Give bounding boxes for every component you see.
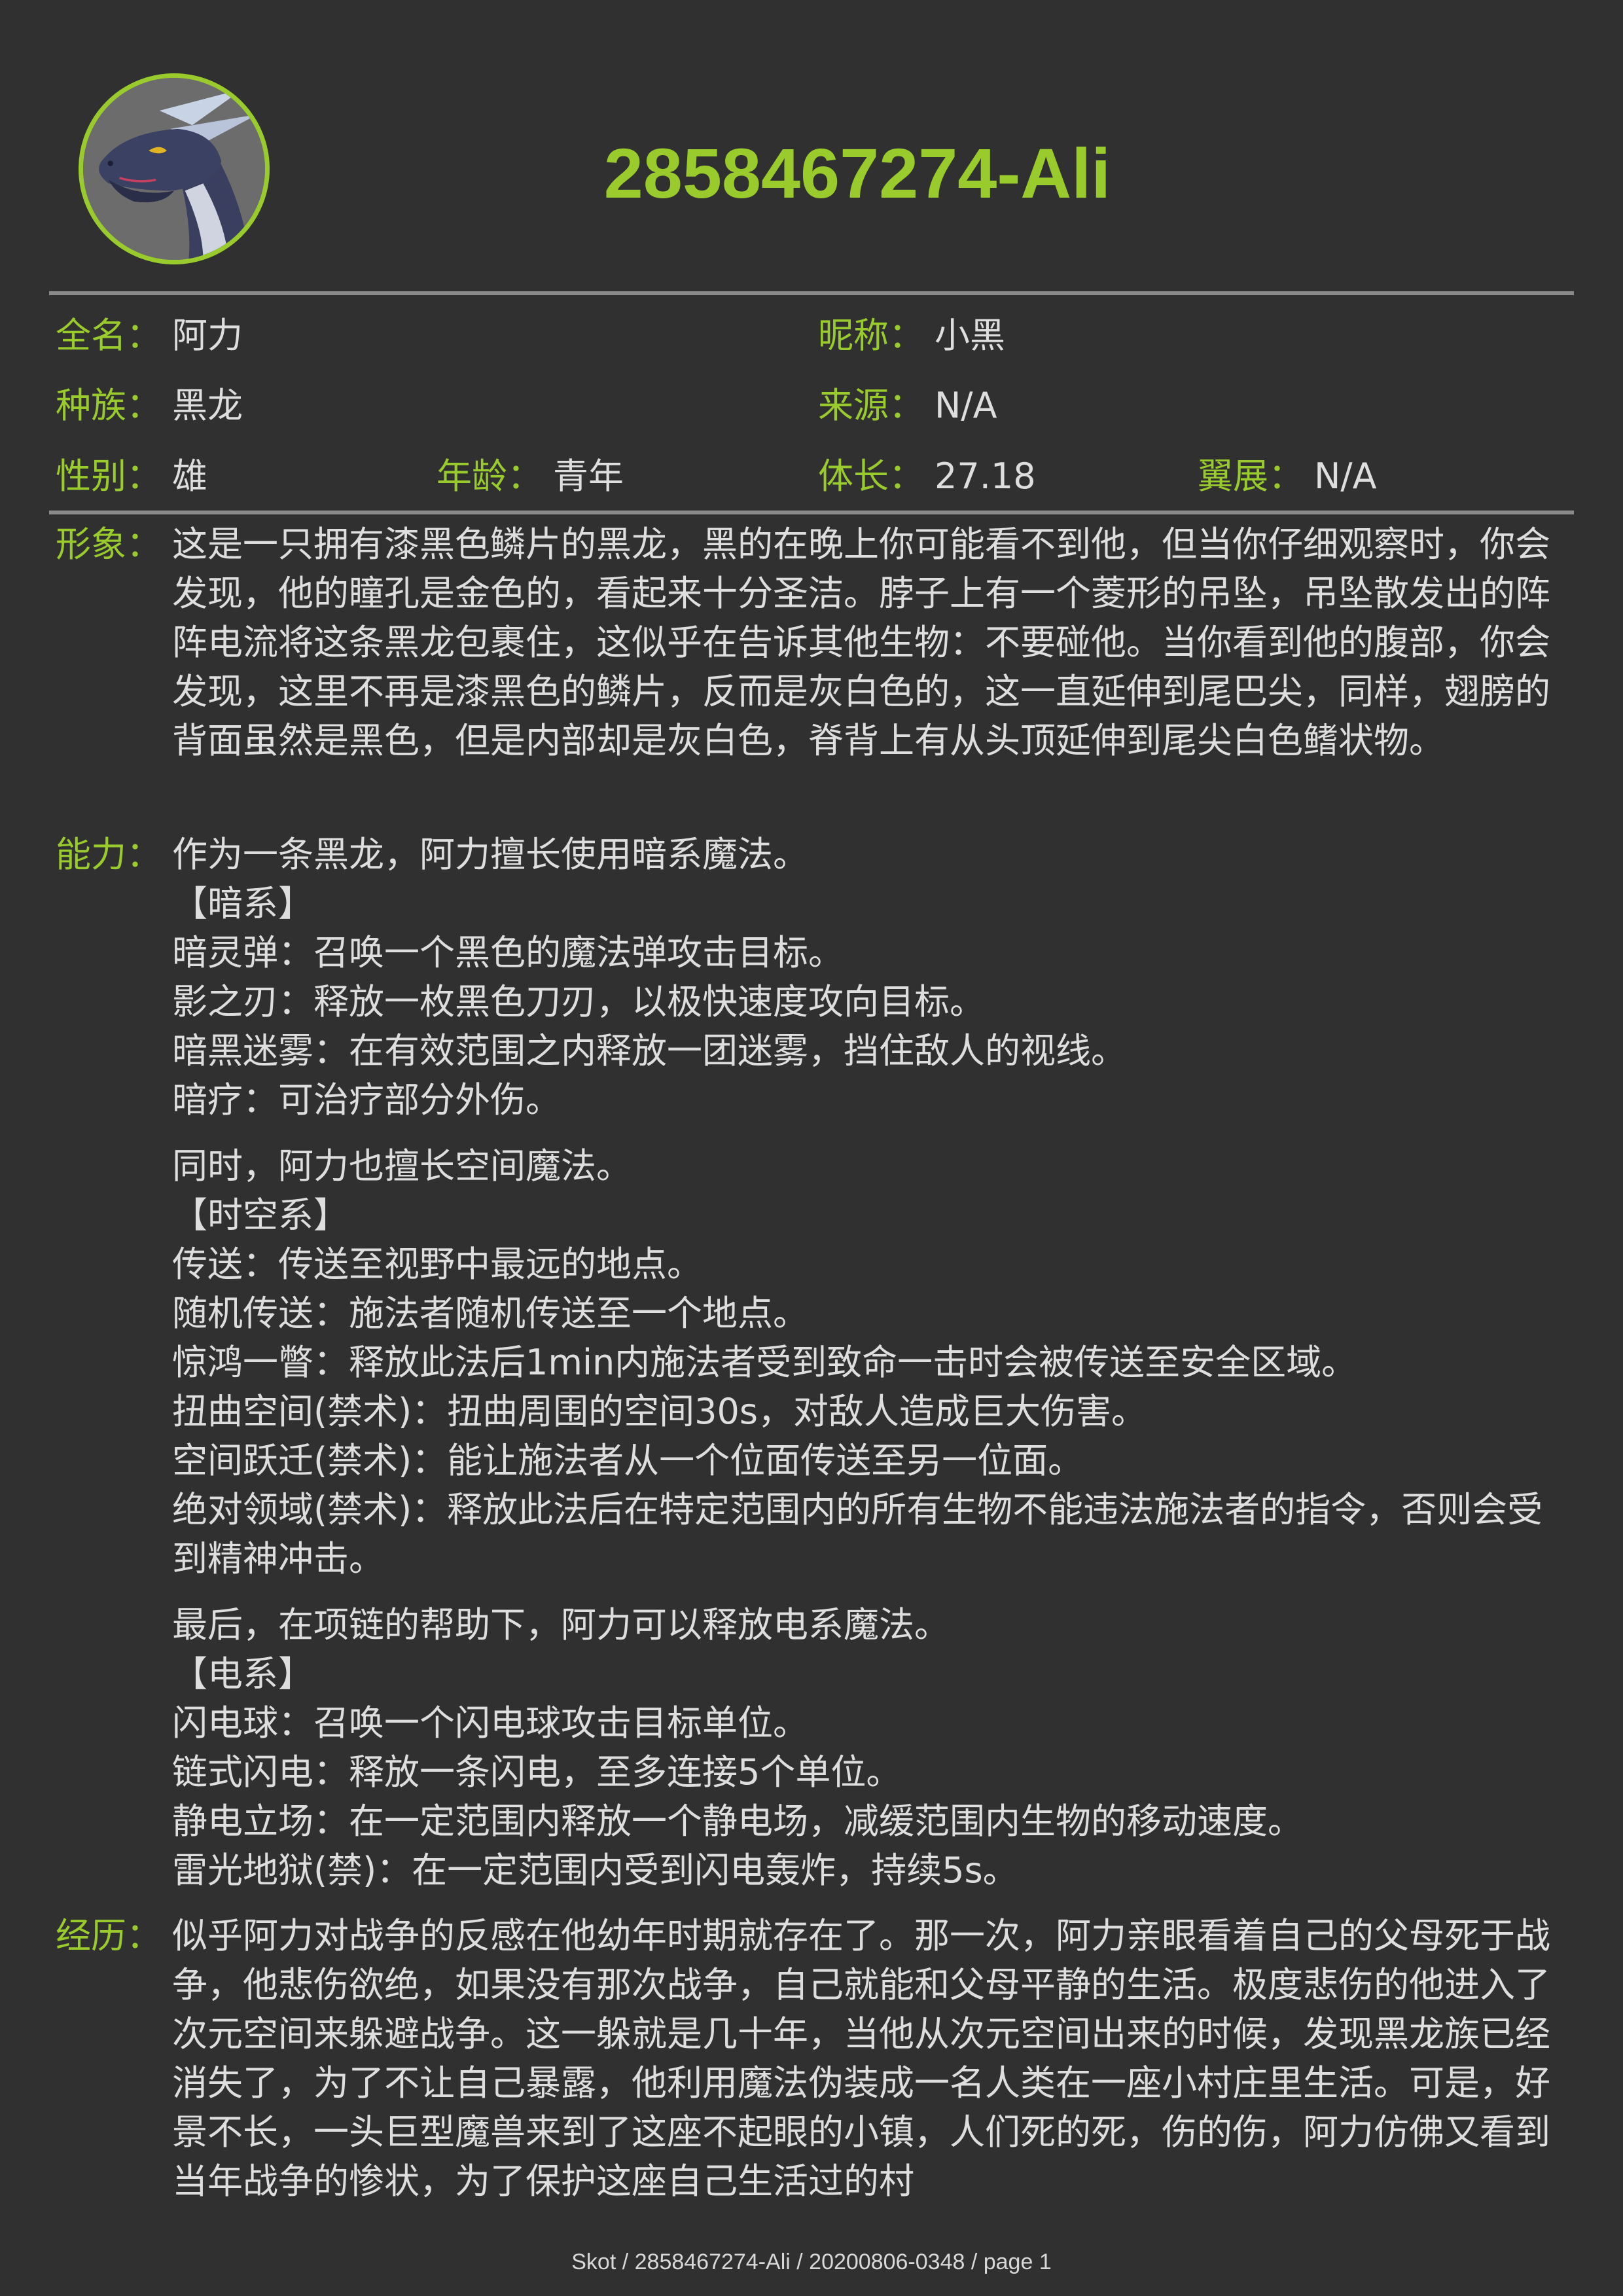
section-label: 能力： <box>56 834 162 875</box>
ability-category: 【暗系】 <box>172 883 313 924</box>
field-label: 体长： <box>818 456 924 497</box>
field-source: 来源： N/A <box>818 380 997 432</box>
appearance-text: 这是一只拥有漆黑色鳞片的黑龙，黑的在晚上你可能看不到他，但当你仔细观察时，你会发… <box>172 524 1550 761</box>
ability-item: 影之刃：释放一枚黑色刀刃，以极快速度攻向目标。 <box>172 981 985 1022</box>
field-label: 全名： <box>56 315 162 356</box>
ability-item: 扭曲空间(禁术)：扭曲周围的空间30s，对敌人造成巨大伤害。 <box>172 1391 1147 1432</box>
ability-item: 惊鸿一瞥：释放此法后1min内施法者受到致命一击时会被传送至安全区域。 <box>172 1342 1357 1383</box>
ability-category: 【电系】 <box>172 1653 313 1695</box>
history-section: 经历： 似乎阿力对战争的反感在他幼年时期就存在了。那一次，阿力亲眼看着自己的父母… <box>56 1911 1574 2206</box>
field-value: 黑龙 <box>172 385 243 426</box>
field-wingspan: 翼展： N/A <box>1198 450 1377 503</box>
ability-item: 随机传送：施法者随机传送至一个地点。 <box>172 1293 808 1334</box>
field-value: 青年 <box>553 456 624 497</box>
top-divider <box>49 291 1574 295</box>
section-label: 形象： <box>56 524 162 565</box>
appearance-section: 形象： 这是一只拥有漆黑色鳞片的黑龙，黑的在晚上你可能看不到他，但当你仔细观察时… <box>56 520 1574 765</box>
field-age: 年龄： 青年 <box>437 450 624 503</box>
ability-item: 静电立场：在一定范围内释放一个静电场，减缓范围内生物的移动速度。 <box>172 1801 1303 1842</box>
ability-item: 链式闪电：释放一条闪电，至多连接5个单位。 <box>172 1751 902 1793</box>
field-label: 昵称： <box>818 315 924 356</box>
field-label: 来源： <box>818 385 924 426</box>
field-fullname: 全名： 阿力 <box>56 310 243 362</box>
field-length: 体长： 27.18 <box>818 450 1036 503</box>
field-species: 种族： 黑龙 <box>56 380 243 432</box>
field-label: 性别： <box>56 456 162 497</box>
dragon-head-icon <box>83 78 265 260</box>
abilities-section: 能力： 作为一条黑龙，阿力擅长使用暗系魔法。 【暗系】 暗灵弹：召唤一个黑色的魔… <box>56 830 1574 1895</box>
section-label: 经历： <box>56 1915 162 1956</box>
character-sheet-page: 2858467274-Ali 全名： 阿力 昵称： 小黑 种族： 黑龙 来源： N/A … <box>0 0 1623 2296</box>
field-value: N/A <box>935 385 997 426</box>
ability-item: 传送：传送至视野中最远的地点。 <box>172 1244 702 1285</box>
field-value: 阿力 <box>172 315 243 356</box>
field-value: 雄 <box>172 456 207 497</box>
page-footer: Skot / 2858467274-Ali / 20200806-0348 / … <box>571 2250 1052 2274</box>
ability-item: 绝对领域(禁术)：释放此法后在特定范围内的所有生物不能违法施法者的指令，否则会受… <box>172 1489 1543 1579</box>
section-divider <box>49 511 1574 514</box>
ability-intro: 同时，阿力也擅长空间魔法。 <box>172 1145 632 1187</box>
field-value: 27.18 <box>935 456 1036 497</box>
ability-category: 【时空系】 <box>172 1194 349 1236</box>
field-gender: 性别：雄 <box>56 450 207 503</box>
ability-item: 暗黑迷雾：在有效范围之内释放一团迷雾，挡住敌人的视线。 <box>172 1030 1126 1071</box>
field-label: 翼展： <box>1198 456 1304 497</box>
field-label: 种族： <box>56 385 162 426</box>
page-title: 2858467274-Ali <box>603 134 1111 213</box>
field-value: N/A <box>1314 456 1377 497</box>
avatar <box>79 73 270 264</box>
field-nickname: 昵称： 小黑 <box>818 310 1005 362</box>
ability-item: 闪电球：召唤一个闪电球攻击目标单位。 <box>172 1702 808 1744</box>
ability-item: 雷光地狱(禁)：在一定范围内受到闪电轰炸，持续5s。 <box>172 1850 1018 1891</box>
field-value: 小黑 <box>935 315 1005 356</box>
ability-item: 空间跃迁(禁术)：能让施法者从一个位面传送至另一位面。 <box>172 1440 1084 1481</box>
field-label: 年龄： <box>437 456 543 497</box>
ability-intro: 最后，在项链的帮助下，阿力可以释放电系魔法。 <box>172 1604 950 1645</box>
ability-item: 暗疗：可治疗部分外伤。 <box>172 1079 561 1121</box>
ability-item: 暗灵弹：召唤一个黑色的魔法弹攻击目标。 <box>172 932 844 973</box>
history-text: 似乎阿力对战争的反感在他幼年时期就存在了。那一次，阿力亲眼看着自己的父母死于战争… <box>172 1915 1550 2202</box>
ability-intro: 作为一条黑龙，阿力擅长使用暗系魔法。 <box>172 834 808 875</box>
